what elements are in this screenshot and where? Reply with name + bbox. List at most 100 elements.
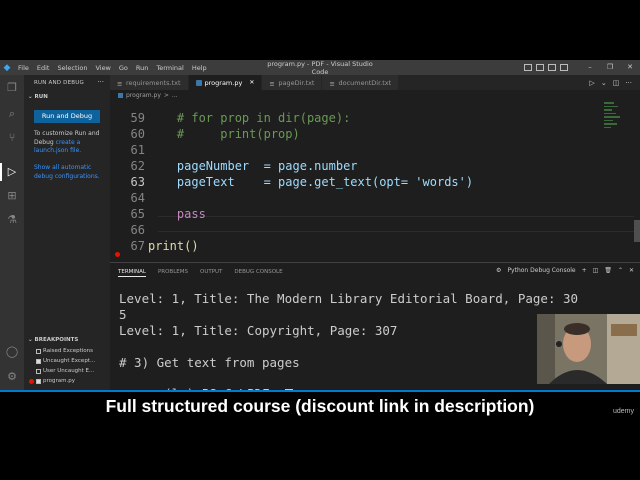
run-and-debug-button[interactable]: Run and Debug (34, 110, 100, 123)
close-window-icon[interactable]: ✕ (620, 60, 640, 75)
restore-icon[interactable]: ❐ (600, 60, 620, 75)
checkbox[interactable] (36, 378, 41, 384)
source-control-icon[interactable]: ⑂ (4, 131, 20, 145)
menu-go[interactable]: Go (115, 64, 132, 72)
layout-controls (524, 64, 568, 71)
tab-label: requirements.txt (126, 78, 181, 87)
line-text: print() (148, 239, 199, 253)
close-panel-icon[interactable]: ✕ (629, 267, 634, 274)
tab-documentdir[interactable]: ≡ documentDir.txt (322, 75, 400, 90)
toggle-panel-icon[interactable] (536, 64, 544, 71)
settings-gear-icon[interactable]: ⚙ (4, 370, 20, 384)
letterbox-top (0, 0, 640, 60)
window-title: program.py - PDF - Visual Studio Code (267, 60, 373, 76)
menu-edit[interactable]: Edit (33, 64, 54, 72)
webcam-overlay (537, 314, 640, 384)
run-section-header[interactable]: ⌄ RUN (28, 94, 48, 100)
run-debug-icon[interactable]: ▷ (4, 165, 20, 179)
line-text: pass (148, 207, 206, 221)
tab-label: documentDir.txt (338, 78, 392, 87)
menu-help[interactable]: Help (188, 64, 211, 72)
line-number: 60 (130, 127, 145, 141)
breadcrumb: program.py > ... (118, 92, 178, 99)
line-number: 66 (130, 223, 145, 237)
tab-terminal[interactable]: TERMINAL (118, 269, 146, 277)
python-file-icon (195, 79, 202, 86)
show-automatic-configs-link[interactable]: Show all automatic debug configurations. (34, 164, 100, 180)
toggle-secondary-sidebar-icon[interactable] (548, 64, 556, 71)
line-number: 59 (130, 111, 145, 125)
breakpoints-header[interactable]: ⌄ BREAKPOINTS (28, 337, 78, 343)
breakpoint-dot-icon (29, 378, 34, 384)
more-icon[interactable]: ··· (625, 79, 632, 87)
vscode-window: ◆ File Edit Selection View Go Run Termin… (0, 60, 640, 420)
tab-pagedir[interactable]: ≡ pageDir.txt (262, 75, 323, 90)
run-file-icon[interactable]: ▷ (589, 79, 594, 87)
minimize-icon[interactable]: – (580, 60, 600, 75)
menu-selection[interactable]: Selection (53, 64, 91, 72)
tab-output[interactable]: OUTPUT (200, 269, 222, 277)
menu-view[interactable]: View (91, 64, 114, 72)
run-section-label: RUN (34, 94, 48, 100)
toggle-sidebar-icon[interactable] (524, 64, 532, 71)
explorer-icon[interactable]: ❐ (4, 81, 20, 95)
tab-label: pageDir.txt (278, 78, 315, 87)
code-line: 64 (110, 190, 145, 206)
new-terminal-icon[interactable]: + (582, 267, 587, 274)
breakpoint-raised-exceptions[interactable]: Raised Exceptions (36, 348, 93, 354)
menu-bar: File Edit Selection View Go Run Terminal… (14, 64, 211, 72)
terminal-selector[interactable]: Python Debug Console (507, 267, 575, 274)
tab-program-py[interactable]: program.py ✕ (188, 75, 263, 90)
line-text: pageNumber = page.number (148, 159, 358, 173)
more-actions-icon[interactable]: ··· (97, 78, 104, 86)
split-editor-icon[interactable]: ◫ (613, 79, 620, 87)
line-number: 67 (130, 239, 145, 253)
editor-scrollbar[interactable] (634, 220, 640, 242)
breakpoint-label: Uncaught Except... (43, 358, 96, 364)
breakpoint-program-py[interactable]: program.py (29, 378, 75, 384)
breadcrumb-file[interactable]: program.py (126, 92, 161, 99)
title-bar: ◆ File Edit Selection View Go Run Termin… (0, 60, 640, 76)
breakpoint-uncaught-exceptions[interactable]: Uncaught Except... (36, 358, 95, 364)
chevron-down-icon[interactable]: ⌄ (601, 79, 607, 87)
file-icon: ≡ (329, 79, 335, 88)
menu-file[interactable]: File (14, 64, 33, 72)
menu-run[interactable]: Run (132, 64, 152, 72)
checkbox[interactable] (36, 358, 41, 364)
line-number: 64 (130, 191, 145, 205)
video-caption: Full structured course (discount link in… (0, 392, 640, 420)
sidebar-header: RUN AND DEBUG (34, 80, 84, 86)
file-icon: ≡ (269, 79, 275, 88)
code-line: 67 print() (110, 238, 199, 254)
file-icon: ≡ (117, 79, 123, 88)
code-editor[interactable]: 59 # for prop in dir(page): 60 # print(p… (110, 100, 640, 262)
tab-requirements[interactable]: ≡ requirements.txt (110, 75, 189, 90)
close-tab-icon[interactable]: ✕ (249, 79, 254, 86)
code-line: 66 (110, 222, 145, 238)
breadcrumb-more[interactable]: ... (172, 92, 178, 99)
tab-debug-console[interactable]: DEBUG CONSOLE (234, 269, 282, 277)
split-terminal-icon[interactable]: ◫ (593, 267, 599, 274)
current-line-highlight (158, 216, 634, 232)
testing-icon[interactable]: ⚗ (4, 213, 20, 227)
line-text: # for prop in dir(page): (148, 111, 351, 125)
search-icon[interactable]: ⌕ (4, 107, 20, 121)
extensions-icon[interactable]: ⊞ (4, 189, 20, 203)
panel-tabs: TERMINAL PROBLEMS OUTPUT DEBUG CONSOLE (118, 269, 283, 277)
tab-problems[interactable]: PROBLEMS (158, 269, 188, 277)
checkbox[interactable] (36, 368, 41, 374)
checkbox[interactable] (36, 348, 41, 354)
menu-terminal[interactable]: Terminal (152, 64, 187, 72)
code-line: 59 # for prop in dir(page): (110, 110, 351, 126)
line-number: 65 (130, 207, 145, 221)
trash-icon[interactable]: 🗑 (604, 267, 612, 274)
breakpoint-user-uncaught[interactable]: User Uncaught E... (36, 368, 94, 374)
breakpoints-label: BREAKPOINTS (34, 337, 79, 343)
customize-layout-icon[interactable] (560, 64, 568, 71)
activity-bar: ❐ ⌕ ⑂ ▷ ⊞ ⚗ ◯ ⚙ (0, 75, 24, 390)
udemy-watermark: udemy (612, 408, 634, 415)
account-icon[interactable]: ◯ (4, 345, 20, 359)
minimap[interactable] (604, 102, 622, 162)
code-line: 60 # print(prop) (110, 126, 300, 142)
chevron-up-icon[interactable]: ⌃ (618, 267, 623, 274)
